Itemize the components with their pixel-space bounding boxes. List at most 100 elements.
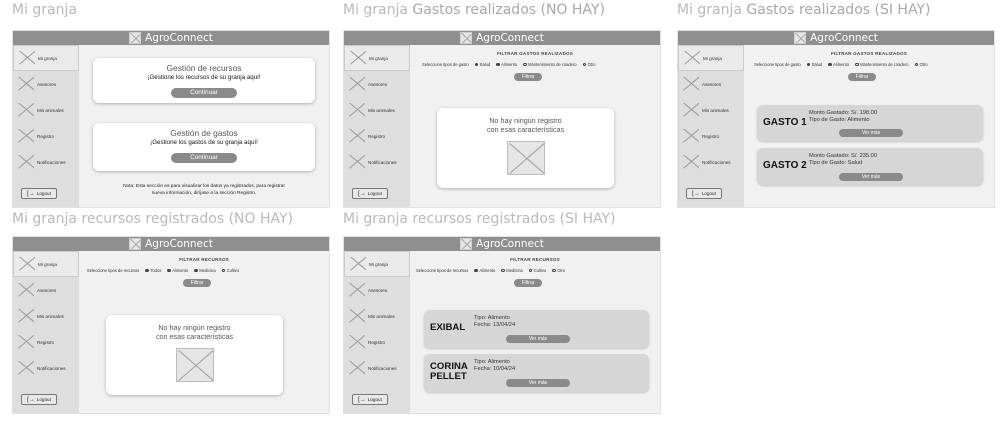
option-label: Alimento [833,62,850,67]
main-content: FILTRAR RECURSOS Seleccione tipos de rec… [410,251,660,413]
filter-option-alimento[interactable]: Alimento [474,268,495,273]
logo-image-icon [460,238,473,250]
sidebar-item-mi-granja[interactable]: Mi granja [344,251,410,277]
sidebar-item-label: Asesores [368,287,388,293]
sidebar-item-mi-granja[interactable]: Mi granja [13,251,79,277]
expenses-card: Gestión de gastos ¡Gestione los gastos d… [93,123,315,171]
main-content: FILTRAR GASTOS REALIZADOS Seleccione tip… [410,45,660,207]
card-title: Gestión de gastos [170,128,238,138]
view-more-button[interactable]: Ver más [839,129,903,137]
radio-dot-icon [501,268,505,273]
sidebar-item-registro[interactable]: Registro [678,123,744,149]
logout-button[interactable]: [→ Logout [352,188,388,199]
filter-option-mantenimiento[interactable]: Mantenimiento de criadero [855,62,909,67]
image-placeholder-icon [18,103,34,117]
sidebar-item-label: Mis animales [702,107,729,113]
sidebar-item-notificaciones[interactable]: Notificaciones [344,149,410,175]
sidebar-item-registro[interactable]: Registro [344,329,410,355]
sidebar-item-mi-granja[interactable]: Mi granja [13,45,79,71]
filter-button[interactable]: Filtrar [514,279,542,287]
option-label: Otro [919,62,928,67]
view-more-button[interactable]: Ver más [506,335,570,343]
option-label: Salud [811,62,823,67]
resource-date: Fecha: 10/04/24 [474,366,516,373]
resource-date: Fecha: 13/04/24 [474,322,516,329]
frame-title-text: Mi granja recursos registrados (SI HAY) [343,211,616,227]
filter-option-medicina[interactable]: Medicina [194,268,216,273]
continue-button[interactable]: Continuar [171,153,237,163]
resource-item: CORINA PELLET Tipo: Alimento Fecha: 10/0… [424,354,649,392]
filter-option-medicina[interactable]: Medicina [501,268,523,273]
filter-options: Seleccione tipos de gasto Salud Alimento… [422,62,596,67]
sidebar-item-asesores[interactable]: Asesores [344,277,410,303]
frame-title-text: Mi granja [677,2,742,18]
sidebar-item-asesores[interactable]: Asesores [344,71,410,97]
image-placeholder-icon [350,51,366,65]
sidebar-item-mis-animales[interactable]: Mis animales [344,97,410,123]
filter-option-otro[interactable]: Otro [914,62,928,67]
image-placeholder-icon [175,348,214,382]
view-more-button[interactable]: Ver más [506,379,570,387]
logout-button[interactable]: [→ Logout [21,394,57,405]
filter-button[interactable]: Filtrar [183,279,211,287]
option-label: Alimento [501,62,518,67]
filter-option-salud[interactable]: Salud [806,62,823,67]
logout-button[interactable]: [→ Logout [21,188,57,199]
sidebar-item-asesores[interactable]: Asesores [13,71,79,97]
image-placeholder-icon [18,309,34,323]
sidebar-item-mis-animales[interactable]: Mis animales [13,97,79,123]
filter-option-salud[interactable]: Salud [474,62,491,67]
filter-button[interactable]: Filtrar [848,73,876,81]
logout-button[interactable]: [→ Logout [352,394,388,405]
sidebar-item-label: Mis animales [368,107,395,113]
sidebar-item-asesores[interactable]: Asesores [678,71,744,97]
main-content: Gestión de recursos ¡Gestione los recurs… [79,45,329,207]
continue-button[interactable]: Continuar [171,88,237,98]
sidebar-item-label: Asesores [368,81,388,87]
sidebar-item-label: Notificaciones [368,365,397,371]
radio-dot-icon [528,268,533,273]
app-name: AgroConnect [476,238,544,250]
option-label: Cultivo [533,268,547,273]
image-placeholder-icon [684,51,700,65]
sidebar-item-registro[interactable]: Registro [13,329,79,355]
main-content: FILTRAR GASTOS REALIZADOS Seleccione tip… [744,45,994,207]
sidebar-item-mis-animales[interactable]: Mis animales [678,97,744,123]
view-more-button[interactable]: Ver más [839,173,903,181]
option-label: Mantenimiento de criadero [528,62,577,67]
filter-option-mantenimiento[interactable]: Mantenimiento de criadero [523,62,577,67]
sidebar-item-notificaciones[interactable]: Notificaciones [13,355,79,381]
filter-option-todos[interactable]: Todos [145,268,161,273]
radio-dot-icon [914,62,919,67]
expense-item: GASTO 1 Monto Gastado: S/. 198.00 Tipo d… [757,105,983,141]
sidebar-item-mi-granja[interactable]: Mi granja [344,45,410,71]
sidebar-item-notificaciones[interactable]: Notificaciones [344,355,410,381]
option-label: Todos [150,268,162,273]
image-placeholder-icon [349,129,365,143]
sidebar-item-asesores[interactable]: Asesores [13,277,79,303]
sidebar-item-mis-animales[interactable]: Mis animales [344,303,410,329]
sidebar-item-notificaciones[interactable]: Notificaciones [13,149,79,175]
logout-button[interactable]: [→ Logout [686,188,722,199]
filter-button[interactable]: Filtrar [514,73,542,81]
filter-option-alimento[interactable]: Alimento [167,268,188,273]
filter-option-alimento[interactable]: Alimento [828,62,849,67]
sidebar-item-notificaciones[interactable]: Notificaciones [678,149,744,175]
filter-option-otro[interactable]: Otro [582,62,596,67]
sidebar-item-label: Registro [702,133,720,139]
sidebar-item-mi-granja[interactable]: Mi granja [678,45,744,71]
filter-option-cultivo[interactable]: Cultivo [221,268,239,273]
sidebar-item-label: Registro [368,133,386,139]
filter-option-cultivo[interactable]: Cultivo [528,268,547,273]
sidebar-item-registro[interactable]: Registro [344,123,410,149]
frame-recursos-si-hay: AgroConnect Mi granja Asesores Mis anima… [343,236,661,414]
sidebar-item-registro[interactable]: Registro [13,123,79,149]
filter-options: Seleccione tipos de gasto Salud Alimento… [754,62,928,67]
image-placeholder-icon [18,335,34,349]
sidebar-item-mis-animales[interactable]: Mis animales [13,303,79,329]
filter-option-otro[interactable]: Otro [552,268,565,273]
filter-option-alimento[interactable]: Alimento [496,62,517,67]
image-placeholder-icon [683,129,699,143]
option-label: Salud [479,62,491,67]
image-placeholder-icon [349,335,365,349]
